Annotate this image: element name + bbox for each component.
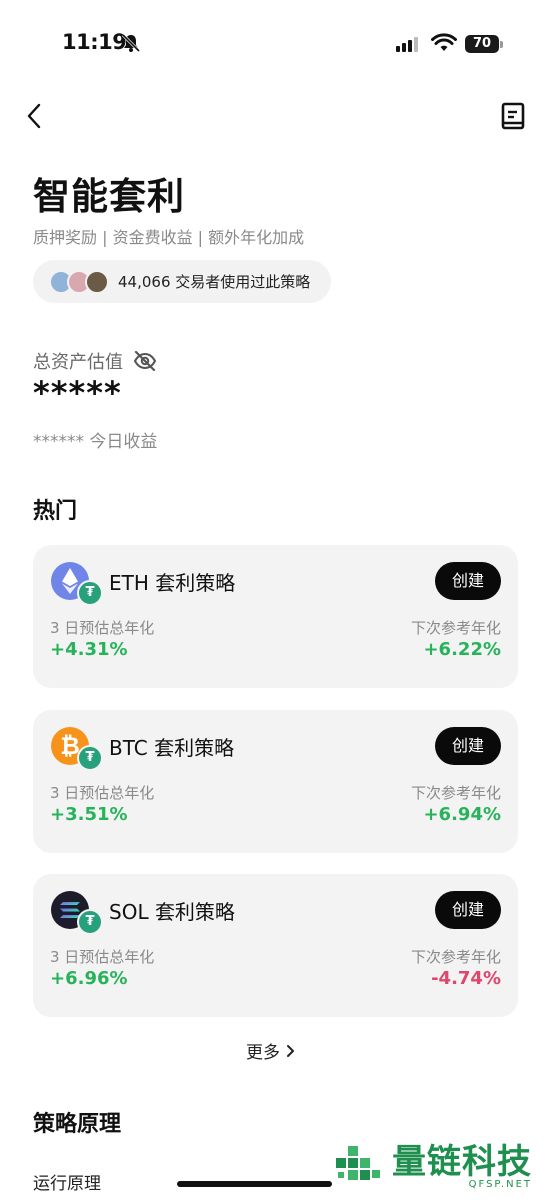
chevron-left-icon	[27, 103, 41, 129]
run-principle-item[interactable]: 运行原理	[33, 1169, 101, 1194]
watermark: 量链科技 QFSP.NET	[332, 1140, 532, 1192]
create-button[interactable]: 创建	[435, 891, 501, 929]
strategy-name: BTC 套利策略	[109, 736, 235, 760]
tether-icon: ₮	[77, 745, 103, 771]
cellular-signal-icon	[396, 37, 418, 52]
strategy-card-btc[interactable]: ₿ ₮ BTC 套利策略 创建 3 日预估总年化 下次参考年化 +3.51% +…	[33, 710, 518, 853]
status-time: 11:19	[62, 30, 127, 54]
bell-muted-icon	[121, 33, 141, 57]
estimated-apr-value: +3.51%	[50, 804, 128, 825]
estimated-apr-label: 3 日预估总年化	[50, 619, 155, 637]
create-button[interactable]: 创建	[435, 727, 501, 765]
principle-section-title: 策略原理	[33, 1112, 122, 1137]
create-button[interactable]: 创建	[435, 562, 501, 600]
next-ref-apr-label: 下次参考年化	[410, 948, 501, 966]
tether-icon: ₮	[77, 909, 103, 935]
total-assets-label-row: 总资产估值	[33, 348, 157, 374]
estimated-apr-value: +6.96%	[50, 968, 128, 989]
today-earnings-label: 今日收益	[89, 432, 158, 452]
next-ref-apr-label: 下次参考年化	[410, 784, 501, 802]
strategy-name: ETH 套利策略	[109, 571, 236, 595]
estimated-apr-value: +4.31%	[50, 639, 128, 660]
estimated-apr-label: 3 日预估总年化	[50, 784, 155, 802]
home-indicator	[177, 1181, 332, 1187]
next-ref-apr-value: -4.74%	[431, 968, 501, 989]
watermark-logo-icon	[336, 1146, 380, 1180]
users-count-text: 44,066 交易者使用过此策略	[118, 273, 311, 291]
watermark-text: 量链科技	[392, 1141, 532, 1182]
document-button[interactable]	[497, 100, 529, 132]
strategy-card-sol[interactable]: ₮ SOL 套利策略 创建 3 日预估总年化 下次参考年化 +6.96% -4.…	[33, 874, 518, 1017]
battery-tip	[500, 41, 503, 48]
strategy-card-eth[interactable]: ₮ ETH 套利策略 创建 3 日预估总年化 下次参考年化 +4.31% +6.…	[33, 545, 518, 688]
tether-icon: ₮	[77, 580, 103, 606]
document-icon	[501, 102, 525, 130]
chevron-right-icon	[287, 1044, 294, 1057]
page-title: 智能套利	[33, 175, 185, 218]
hot-section-title: 热门	[33, 499, 78, 524]
total-assets-label: 总资产估值	[33, 352, 123, 373]
next-ref-apr-value: +6.94%	[423, 804, 501, 825]
battery-icon: 70	[465, 35, 499, 53]
total-assets-value: *****	[33, 374, 122, 412]
wifi-icon	[431, 33, 457, 57]
avatar	[85, 269, 109, 294]
strategy-name: SOL 套利策略	[109, 900, 235, 924]
today-earnings-row: ****** 今日收益	[33, 427, 157, 452]
next-ref-apr-value: +6.22%	[423, 639, 501, 660]
eye-off-icon[interactable]	[133, 351, 157, 371]
today-earnings-value: ******	[33, 432, 84, 452]
page-subtitle: 质押奖励 | 资金费收益 | 额外年化加成	[33, 228, 305, 247]
avatar-group	[49, 269, 109, 294]
back-button[interactable]	[20, 100, 48, 132]
users-count-pill[interactable]: 44,066 交易者使用过此策略	[33, 260, 331, 303]
more-link[interactable]: 更多	[246, 1038, 295, 1063]
estimated-apr-label: 3 日预估总年化	[50, 948, 155, 966]
next-ref-apr-label: 下次参考年化	[410, 619, 501, 637]
more-label: 更多	[246, 1043, 280, 1063]
